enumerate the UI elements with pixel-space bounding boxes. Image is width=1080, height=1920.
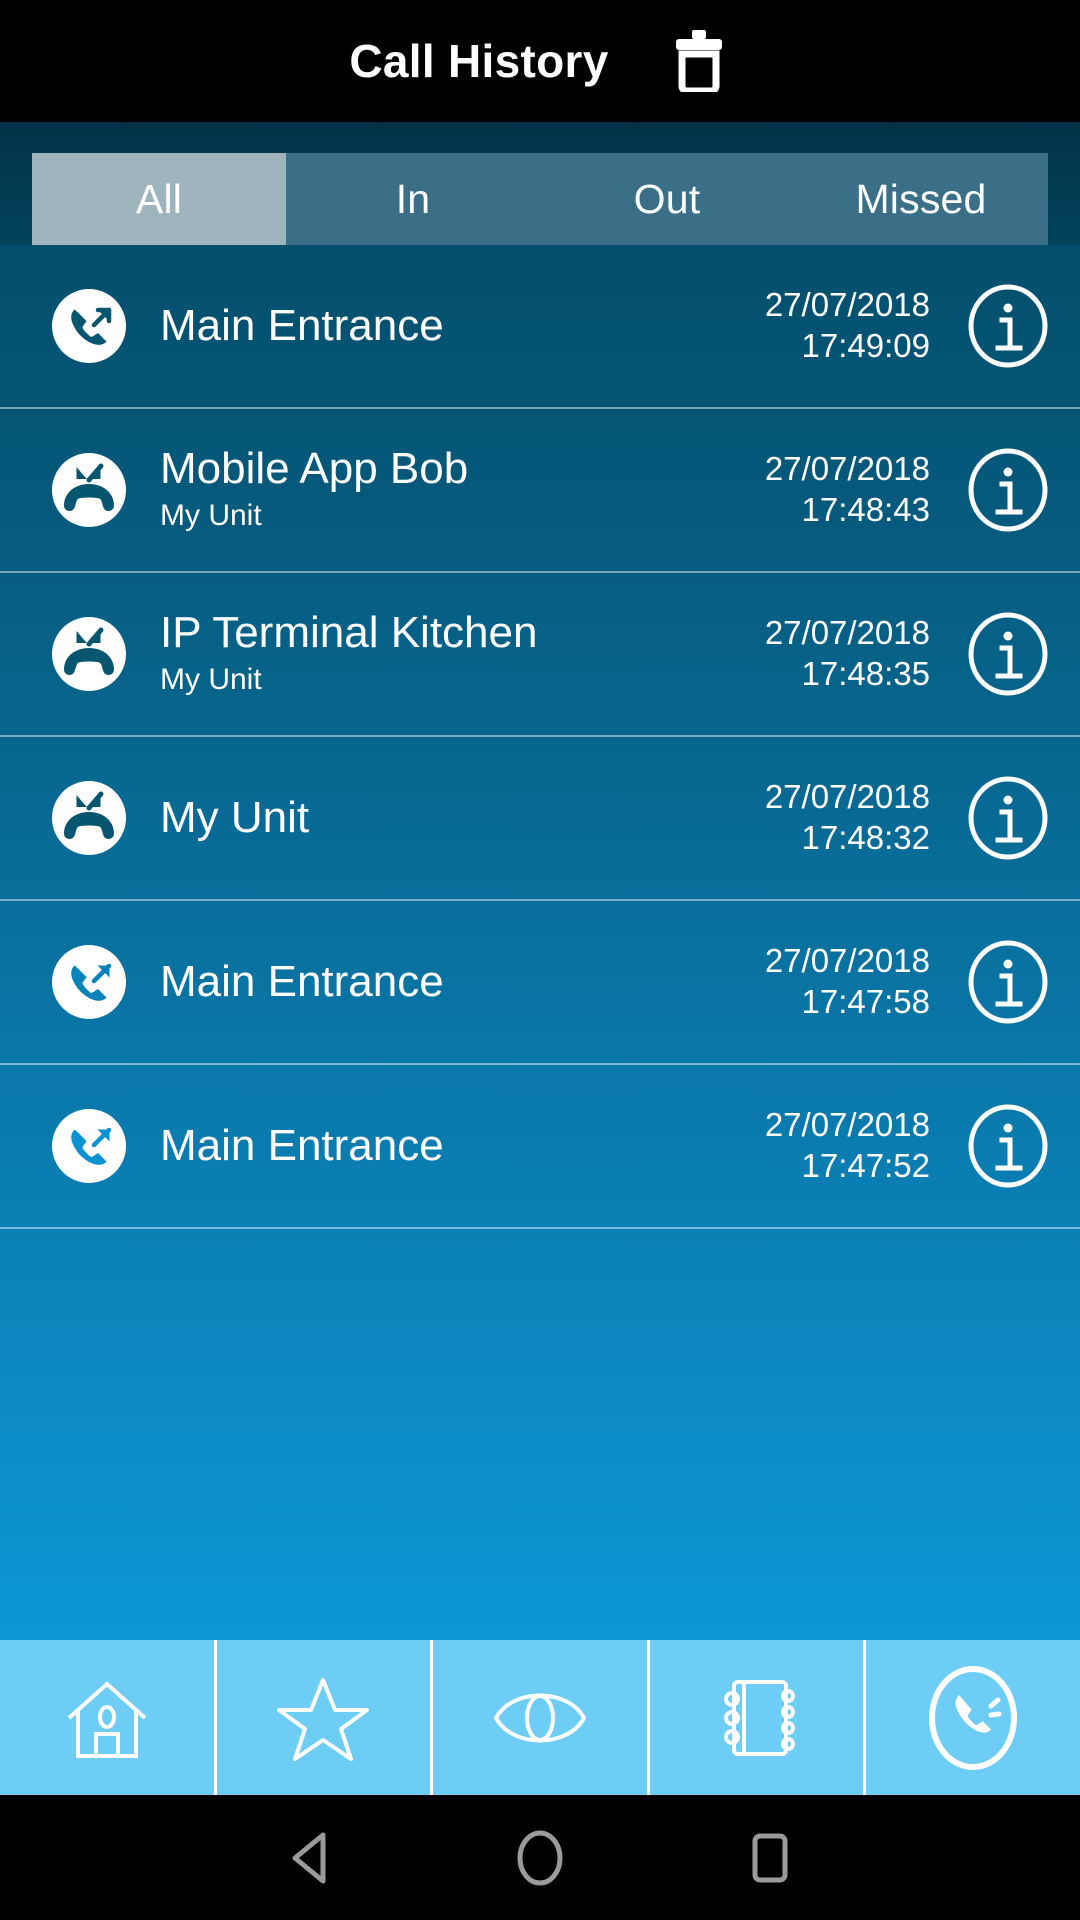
- call-info-button[interactable]: [962, 1100, 1054, 1192]
- info-icon: [968, 612, 1048, 696]
- call-timestamp: 27/07/2018 17:48:35: [765, 613, 930, 694]
- call-outgoing-glyph: [52, 289, 126, 363]
- table-row[interactable]: Main Entrance 27/07/2018 17:47:58: [0, 901, 1080, 1065]
- nav-item-address-book[interactable]: [650, 1640, 867, 1795]
- call-entry-text: My Unit: [160, 794, 765, 842]
- page-title: Call History: [349, 35, 609, 87]
- call-time: 17:47:52: [801, 1147, 930, 1184]
- call-incoming-icon: [50, 615, 128, 693]
- call-outgoing-icon: [50, 943, 128, 1021]
- filter-tab-bar-container: All In Out Missed: [0, 122, 1080, 245]
- eye-icon: [493, 1693, 587, 1742]
- contact-name: Main Entrance: [160, 1122, 444, 1170]
- call-time: 17:47:58: [801, 983, 930, 1020]
- table-row[interactable]: Mobile App Bob My Unit 27/07/2018 17:48:…: [0, 409, 1080, 573]
- call-time: 17:48:32: [801, 819, 930, 856]
- recents-button[interactable]: [734, 1822, 806, 1894]
- call-timestamp: 27/07/2018 17:47:52: [765, 1105, 930, 1186]
- call-entry-text: Main Entrance: [160, 1122, 765, 1170]
- home-circle-icon: [517, 1830, 563, 1885]
- star-icon: [277, 1677, 370, 1761]
- bottom-navigation-bar: [0, 1640, 1080, 1795]
- home-icon: [67, 1680, 147, 1758]
- nav-item-favorites[interactable]: [217, 1640, 434, 1795]
- call-time: 17:48:35: [801, 655, 930, 692]
- call-entry-text: Mobile App Bob My Unit: [160, 445, 765, 536]
- android-system-bar: [0, 1795, 1080, 1920]
- call-date: 27/07/2018: [764, 286, 930, 324]
- call-time: 17:49:09: [801, 327, 930, 364]
- call-date: 27/07/2018: [764, 942, 930, 980]
- call-outgoing-icon: [50, 1107, 128, 1185]
- call-history-list: Main Entrance 27/07/2018 17:49:09 Mobile…: [0, 245, 1080, 1640]
- call-info-button[interactable]: [962, 936, 1054, 1028]
- call-date: 27/07/2018: [764, 1106, 930, 1144]
- call-incoming-glyph: [52, 453, 126, 527]
- app-bar: Call History: [0, 0, 1080, 122]
- tab-missed-label: Missed: [855, 175, 987, 222]
- call-timestamp: 27/07/2018 17:48:43: [765, 449, 930, 530]
- info-icon: [968, 940, 1048, 1024]
- table-row[interactable]: My Unit 27/07/2018 17:48:32: [0, 737, 1080, 901]
- contact-name: Main Entrance: [160, 302, 444, 350]
- contact-name: Mobile App Bob: [160, 444, 469, 493]
- call-time: 17:48:43: [801, 491, 930, 528]
- back-triangle-icon: [292, 1832, 326, 1883]
- call-outgoing-glyph: [52, 945, 126, 1019]
- call-timestamp: 27/07/2018 17:48:32: [765, 777, 930, 858]
- trash-icon: [675, 30, 722, 92]
- call-entry-text: IP Terminal Kitchen My Unit: [160, 609, 765, 700]
- call-info-button[interactable]: [962, 608, 1054, 700]
- call-date: 27/07/2018: [764, 614, 930, 652]
- back-button[interactable]: [274, 1822, 346, 1894]
- delete-history-button[interactable]: [667, 29, 731, 93]
- contact-unit: My Unit: [160, 499, 262, 533]
- tab-all-label: All: [135, 175, 183, 222]
- nav-item-home[interactable]: [0, 1640, 217, 1795]
- address-book-icon: [723, 1679, 795, 1756]
- phone-circle-icon: [929, 1665, 1018, 1770]
- call-info-button[interactable]: [962, 444, 1054, 536]
- info-icon: [968, 776, 1048, 860]
- filter-tab-bar: All In Out Missed: [32, 153, 1048, 245]
- info-icon: [968, 1104, 1048, 1188]
- call-entry-text: Main Entrance: [160, 302, 765, 350]
- call-incoming-icon: [50, 451, 128, 529]
- call-outgoing-glyph: [52, 1109, 126, 1183]
- recents-square-icon: [752, 1833, 788, 1882]
- tab-out[interactable]: Out: [540, 153, 794, 245]
- call-incoming-glyph: [52, 617, 126, 691]
- nav-item-call-history[interactable]: [866, 1640, 1080, 1795]
- tab-in[interactable]: In: [286, 153, 540, 245]
- list-empty-space: [0, 1229, 1080, 1640]
- tab-in-label: In: [395, 175, 431, 222]
- call-entry-text: Main Entrance: [160, 958, 765, 1006]
- contact-name: Main Entrance: [160, 958, 444, 1006]
- info-icon: [968, 448, 1048, 532]
- call-history-screen: Call History All In Out Missed Main Entr…: [0, 0, 1080, 1920]
- contact-unit: My Unit: [160, 663, 262, 697]
- table-row[interactable]: Main Entrance 27/07/2018 17:47:52: [0, 1065, 1080, 1229]
- tab-missed[interactable]: Missed: [794, 153, 1048, 245]
- table-row[interactable]: Main Entrance 27/07/2018 17:49:09: [0, 245, 1080, 409]
- nav-item-monitor[interactable]: [433, 1640, 650, 1795]
- call-info-button[interactable]: [962, 772, 1054, 864]
- info-icon: [968, 284, 1048, 368]
- tab-out-label: Out: [633, 175, 701, 222]
- call-outgoing-icon: [50, 287, 128, 365]
- table-row[interactable]: IP Terminal Kitchen My Unit 27/07/2018 1…: [0, 573, 1080, 737]
- contact-name: IP Terminal Kitchen: [160, 608, 538, 657]
- tab-all[interactable]: All: [32, 153, 286, 245]
- call-date: 27/07/2018: [764, 450, 930, 488]
- call-incoming-glyph: [52, 781, 126, 855]
- call-incoming-icon: [50, 779, 128, 857]
- call-info-button[interactable]: [962, 280, 1054, 372]
- home-button[interactable]: [504, 1822, 576, 1894]
- call-date: 27/07/2018: [764, 778, 930, 816]
- call-timestamp: 27/07/2018 17:47:58: [765, 941, 930, 1022]
- contact-name: My Unit: [160, 794, 310, 842]
- call-timestamp: 27/07/2018 17:49:09: [765, 285, 930, 366]
